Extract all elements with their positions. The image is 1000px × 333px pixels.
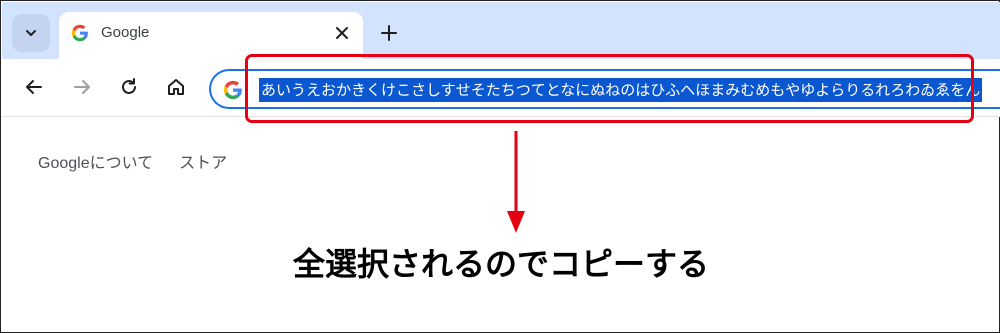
tab-google[interactable]: Google bbox=[59, 12, 363, 60]
arrow-right-icon bbox=[74, 80, 90, 94]
new-tab-plus-icon[interactable] bbox=[376, 20, 402, 46]
arrow-left-icon bbox=[26, 80, 42, 94]
arrow-down-icon bbox=[507, 131, 525, 233]
reload-button[interactable] bbox=[118, 76, 140, 98]
home-icon bbox=[168, 79, 184, 95]
link-store[interactable]: ストア bbox=[179, 149, 227, 173]
tab-title: Google bbox=[101, 24, 150, 41]
close-icon[interactable] bbox=[333, 24, 351, 42]
google-g-icon bbox=[223, 80, 242, 100]
back-button[interactable] bbox=[23, 76, 45, 98]
annotation-caption: 全選択されるのでコピーする bbox=[292, 245, 709, 283]
chevron-down-icon bbox=[26, 30, 36, 36]
link-about-google[interactable]: Googleについて bbox=[38, 149, 153, 173]
forward-button[interactable] bbox=[71, 76, 93, 98]
tab-search-button[interactable] bbox=[12, 14, 50, 52]
home-button[interactable] bbox=[165, 76, 187, 98]
page-top-links: Googleについて ストア bbox=[38, 149, 227, 173]
google-g-icon bbox=[71, 24, 88, 42]
screenshot-frame: Google あいうえおかきくけこさしすせそたちつてとなにぬねのはひふへほまみむ… bbox=[0, 0, 1000, 333]
reload-icon bbox=[122, 78, 136, 94]
highlight-box bbox=[245, 54, 974, 123]
tab-strip: Google bbox=[2, 2, 1000, 60]
